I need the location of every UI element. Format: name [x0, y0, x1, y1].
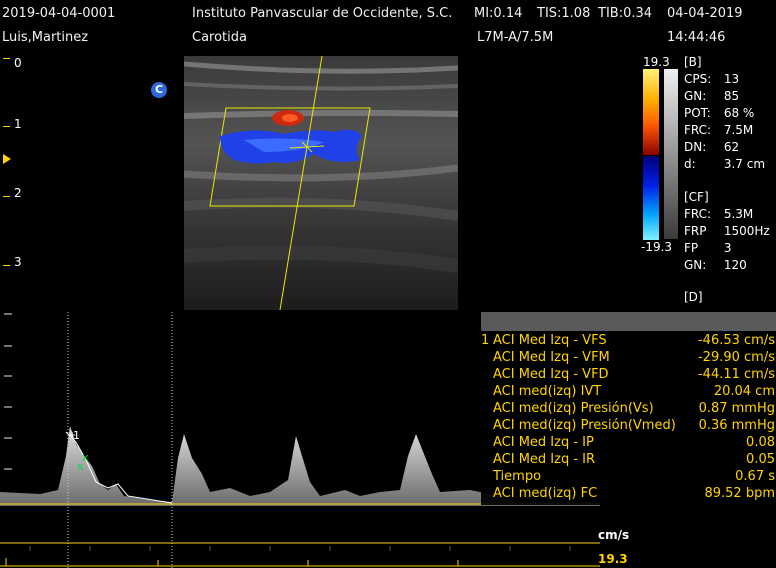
exam-time: 14:44:46	[667, 30, 726, 45]
color-bar-negative	[643, 156, 659, 240]
measurement-row: ACI Med Izq - VFS -46.53 cm/s	[493, 333, 775, 348]
cf-params: FRC: 5.3M FRP 1500Hz FP 3 GN: 120	[684, 207, 770, 272]
tib-index: TIB:0.34	[598, 6, 653, 21]
velocity-unit: cm/s	[598, 528, 630, 542]
probe-name: L7M-A/7.5M	[477, 30, 554, 45]
measurement-row: Tiempo 0.67 s	[493, 469, 775, 484]
tis-index: TIS:1.08	[537, 6, 591, 21]
b-mode-title: [B]	[684, 55, 702, 69]
measurement-row: ACI med(izq) FC 89.52 bpm	[493, 486, 775, 501]
svg-text:x: x	[82, 451, 89, 464]
gray-bar	[664, 69, 678, 239]
measurement-row: ACI med(izq) IVT 20.04 cm	[493, 384, 775, 399]
bmode-image	[184, 56, 458, 310]
patient-id: 2019-04-04-0001	[2, 6, 116, 21]
patient-name: Luis,Martinez	[2, 30, 89, 45]
depth-label-1: 1	[14, 117, 22, 131]
measurement-row: ACI med(izq) Presión(Vmed) 0.36 mmHg	[493, 418, 775, 433]
color-scale-min: -19.3	[641, 240, 673, 254]
velocity-scale: 19.3	[598, 552, 628, 566]
measurement-row: ACI Med Izq - IR 0.05	[493, 452, 775, 467]
exam-date: 04-04-2019	[667, 6, 743, 21]
study-name: Carotida	[192, 30, 247, 45]
mi-index: MI:0.14	[474, 6, 523, 21]
b-mode-params: CPS: 13 GN: 85 POT: 68 % FRC: 7.5M DN: 6…	[684, 72, 766, 171]
depth-label-0: 0	[14, 56, 22, 70]
depth-label-2: 2	[14, 186, 22, 200]
measurement-row: ACI Med Izq - VFD -44.11 cm/s	[493, 367, 775, 382]
color-bar-positive	[643, 69, 659, 155]
color-mode-marker: C	[151, 82, 167, 98]
institution-name: Instituto Panvascular de Occidente, S.C.	[192, 6, 453, 21]
measurement-panel: 1 ACI Med Izq - VFS -46.53 cm/s ACI Med I…	[481, 331, 776, 505]
cf-title: [CF]	[684, 190, 709, 204]
measurement-row: ACI med(izq) Presión(Vs) 0.87 mmHg	[493, 401, 775, 416]
color-scale-max: 19.3	[643, 55, 670, 69]
measurement-row: ACI Med Izq - IP 0.08	[493, 435, 775, 450]
focus-marker-icon	[3, 154, 11, 164]
measurement-panel-header	[481, 312, 776, 331]
cursor-label: 1	[73, 429, 80, 442]
depth-scale: 0 1 2 3	[0, 52, 40, 312]
depth-label-3: 3	[14, 255, 22, 269]
measurement-index: 1	[481, 333, 490, 348]
measurement-row: ACI Med Izq - VFM -29.90 cm/s	[493, 350, 775, 365]
d-title: [D]	[684, 290, 703, 304]
